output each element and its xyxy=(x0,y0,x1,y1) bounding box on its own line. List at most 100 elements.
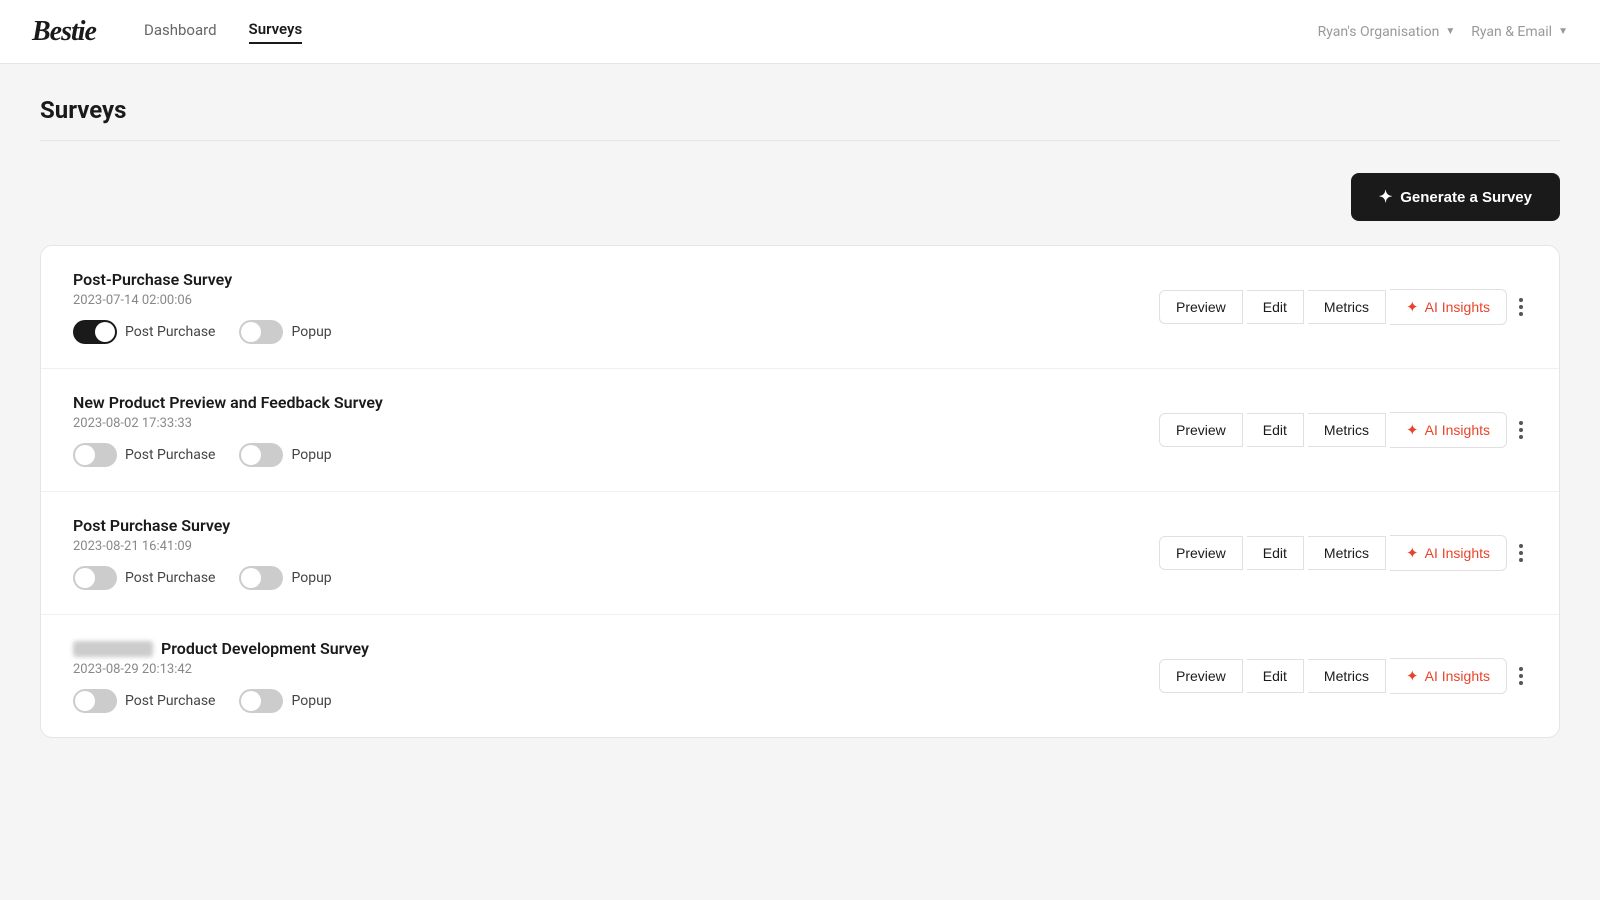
survey-toggles: Post Purchase Popup xyxy=(73,689,1159,713)
preview-button[interactable]: Preview xyxy=(1159,659,1243,693)
ai-insights-label: AI Insights xyxy=(1425,545,1490,561)
survey-actions: PreviewEditMetrics ✦ AI Insights xyxy=(1159,658,1527,694)
popup-toggle-group: Popup xyxy=(239,443,331,467)
survey-toggles: Post Purchase Popup xyxy=(73,320,1159,344)
more-dot-icon xyxy=(1519,428,1523,432)
more-dot-icon xyxy=(1519,298,1523,302)
popup-toggle[interactable] xyxy=(239,566,283,590)
more-options-button[interactable] xyxy=(1515,536,1527,570)
main-nav: Dashboard Surveys xyxy=(144,20,302,44)
survey-actions: PreviewEditMetrics ✦ AI Insights xyxy=(1159,289,1527,325)
preview-button[interactable]: Preview xyxy=(1159,413,1243,447)
survey-item: Product Development Survey 2023-08-29 20:… xyxy=(41,615,1559,737)
survey-actions: PreviewEditMetrics✦AI Insights xyxy=(1159,535,1527,571)
survey-item: Post-Purchase Survey2023-07-14 02:00:06P… xyxy=(41,246,1559,369)
toolbar: ✦ Generate a Survey xyxy=(40,173,1560,221)
popup-label: Popup xyxy=(291,693,331,709)
metrics-button[interactable]: Metrics xyxy=(1308,413,1386,447)
ai-star-icon: ✦ xyxy=(1406,298,1419,316)
more-dot-icon xyxy=(1519,558,1523,562)
header-right: Ryan's Organisation ▼ Ryan & Email ▼ xyxy=(1318,24,1568,40)
popup-toggle-group: Popup xyxy=(239,320,331,344)
survey-toggles: Post Purchase Popup xyxy=(73,566,1159,590)
post-purchase-label: Post Purchase xyxy=(125,693,215,709)
survey-date: 2023-07-14 02:00:06 xyxy=(73,293,1159,308)
sparkle-icon: ✦ xyxy=(1379,187,1392,207)
ai-insights-button[interactable]: ✦ AI Insights xyxy=(1390,658,1507,694)
post-purchase-toggle-group: Post Purchase xyxy=(73,443,215,467)
popup-toggle[interactable] xyxy=(239,689,283,713)
user-chevron-icon: ▼ xyxy=(1558,26,1568,37)
ai-insights-label: AI Insights xyxy=(1425,668,1490,684)
more-options-button[interactable] xyxy=(1515,659,1527,693)
more-dot-icon xyxy=(1519,312,1523,316)
survey-name: Product Development Survey xyxy=(73,639,1159,658)
generate-survey-button[interactable]: ✦ Generate a Survey xyxy=(1351,173,1560,221)
popup-label: Popup xyxy=(291,447,331,463)
post-purchase-toggle[interactable] xyxy=(73,566,117,590)
edit-button[interactable]: Edit xyxy=(1247,290,1304,324)
ai-insights-button[interactable]: ✦ AI Insights xyxy=(1390,412,1507,448)
survey-item: New Product Preview and Feedback Survey2… xyxy=(41,369,1559,492)
edit-button[interactable]: Edit xyxy=(1247,659,1304,693)
survey-date: 2023-08-21 16:41:09 xyxy=(73,539,1159,554)
user-selector[interactable]: Ryan & Email ▼ xyxy=(1471,24,1568,40)
post-purchase-toggle[interactable] xyxy=(73,443,117,467)
metrics-button[interactable]: Metrics xyxy=(1308,536,1386,570)
post-purchase-toggle[interactable] xyxy=(73,689,117,713)
more-dot-icon xyxy=(1519,435,1523,439)
popup-label: Popup xyxy=(291,324,331,340)
more-dot-icon xyxy=(1519,544,1523,548)
survey-info: Post Purchase Survey2023-08-21 16:41:09P… xyxy=(73,516,1159,590)
nav-dashboard[interactable]: Dashboard xyxy=(144,21,217,43)
preview-button[interactable]: Preview xyxy=(1159,290,1243,324)
survey-list: Post-Purchase Survey2023-07-14 02:00:06P… xyxy=(40,245,1560,738)
survey-toggles: Post Purchase Popup xyxy=(73,443,1159,467)
preview-button[interactable]: Preview xyxy=(1159,536,1243,570)
post-purchase-toggle[interactable] xyxy=(73,320,117,344)
more-options-button[interactable] xyxy=(1515,290,1527,324)
more-options-button[interactable] xyxy=(1515,413,1527,447)
popup-toggle[interactable] xyxy=(239,443,283,467)
divider xyxy=(40,140,1560,141)
ai-star-icon: ✦ xyxy=(1406,421,1419,439)
survey-actions: PreviewEditMetrics ✦ AI Insights xyxy=(1159,412,1527,448)
survey-name: New Product Preview and Feedback Survey xyxy=(73,393,1159,412)
org-chevron-icon: ▼ xyxy=(1445,26,1455,37)
survey-name: Post-Purchase Survey xyxy=(73,270,1159,289)
metrics-button[interactable]: Metrics xyxy=(1308,659,1386,693)
edit-button[interactable]: Edit xyxy=(1247,536,1304,570)
more-dot-icon xyxy=(1519,551,1523,555)
post-purchase-label: Post Purchase xyxy=(125,324,215,340)
survey-info: Product Development Survey 2023-08-29 20:… xyxy=(73,639,1159,713)
post-purchase-label: Post Purchase xyxy=(125,570,215,586)
popup-toggle-group: Popup xyxy=(239,566,331,590)
ai-star-icon: ✦ xyxy=(1406,667,1419,685)
user-label: Ryan & Email xyxy=(1471,24,1552,40)
popup-toggle-group: Popup xyxy=(239,689,331,713)
more-dot-icon xyxy=(1519,674,1523,678)
popup-label: Popup xyxy=(291,570,331,586)
post-purchase-label: Post Purchase xyxy=(125,447,215,463)
ai-insights-label: AI Insights xyxy=(1425,299,1490,315)
logo: Bestie xyxy=(32,16,96,48)
edit-button[interactable]: Edit xyxy=(1247,413,1304,447)
page-title: Surveys xyxy=(40,96,1560,124)
nav-surveys[interactable]: Surveys xyxy=(249,20,303,44)
more-dot-icon xyxy=(1519,421,1523,425)
more-dot-icon xyxy=(1519,667,1523,671)
ai-insights-button[interactable]: ✦ AI Insights xyxy=(1390,289,1507,325)
ai-insights-button[interactable]: ✦AI Insights xyxy=(1390,535,1507,571)
survey-info: New Product Preview and Feedback Survey2… xyxy=(73,393,1159,467)
org-label: Ryan's Organisation xyxy=(1318,24,1440,40)
ai-insights-label: AI Insights xyxy=(1425,422,1490,438)
org-selector[interactable]: Ryan's Organisation ▼ xyxy=(1318,24,1456,40)
post-purchase-toggle-group: Post Purchase xyxy=(73,566,215,590)
metrics-button[interactable]: Metrics xyxy=(1308,290,1386,324)
header: Bestie Dashboard Surveys Ryan's Organisa… xyxy=(0,0,1600,64)
popup-toggle[interactable] xyxy=(239,320,283,344)
more-dot-icon xyxy=(1519,681,1523,685)
survey-info: Post-Purchase Survey 2023-07-14 02:00:06 P… xyxy=(73,270,1159,344)
post-purchase-toggle-group: Post Purchase xyxy=(73,320,215,344)
survey-date: 2023-08-29 20:13:42 xyxy=(73,662,1159,677)
